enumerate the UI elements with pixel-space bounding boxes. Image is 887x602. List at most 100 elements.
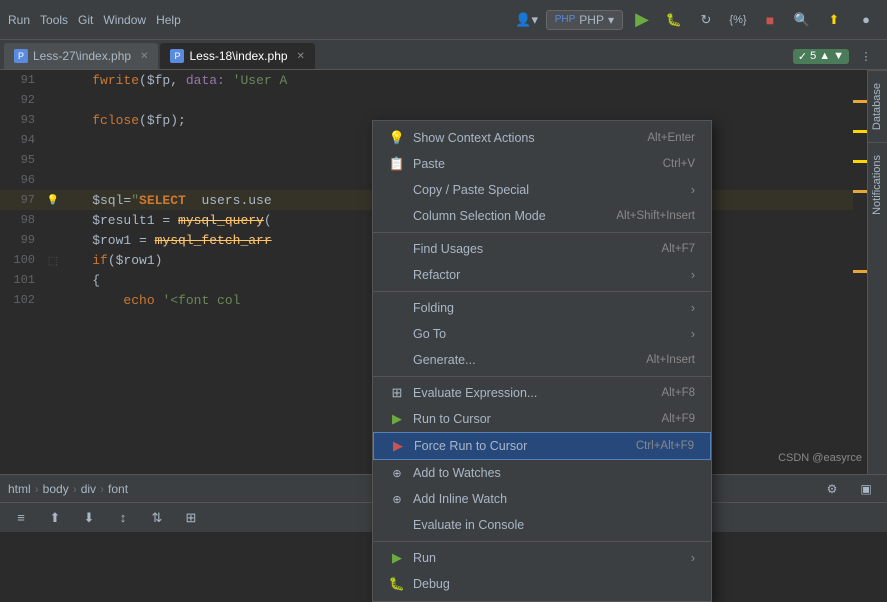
check-icon: ✓ (798, 50, 807, 63)
cm-refactor-arrow: › (691, 268, 695, 282)
search-button[interactable]: 🔍 (789, 7, 815, 33)
cm-sep-2 (373, 291, 711, 292)
cm-generate-shortcut: Alt+Insert (646, 354, 695, 366)
cm-show-context-shortcut: Alt+Enter (647, 132, 695, 144)
cm-force-run[interactable]: ▶ Force Run to Cursor Ctrl+Alt+F9 (373, 432, 711, 460)
menu-help[interactable]: Help (156, 13, 181, 27)
add-inline-icon: ⊕ (389, 491, 405, 507)
toolbar: Run Tools Git Window Help 👤▾ PHP PHP ▾ ▶… (0, 0, 887, 40)
tab-more-icon[interactable]: ⋮ (853, 43, 879, 69)
cm-sep-4 (373, 541, 711, 542)
folding-icon (389, 300, 405, 316)
bottom-menu-icon[interactable]: ≡ (8, 505, 34, 531)
profile-button[interactable]: {%} (725, 7, 751, 33)
tab-less27[interactable]: P Less-27\index.php ✕ (4, 43, 158, 69)
tabs-bar: P Less-27\index.php ✕ P Less-18\index.ph… (0, 40, 887, 70)
cm-paste[interactable]: 📋 Paste Ctrl+V (373, 151, 711, 177)
toolbar-icons: 👤▾ PHP PHP ▾ ▶ 🐛 ↻ {%} ■ 🔍 ⬆ ● (514, 7, 879, 33)
context-menu: 💡 Show Context Actions Alt+Enter 📋 Paste… (372, 120, 712, 602)
cm-add-watches[interactable]: ⊕ Add to Watches (373, 460, 711, 486)
cm-copy-paste[interactable]: Copy / Paste Special › (373, 177, 711, 203)
tab-less18[interactable]: P Less-18\index.php ✕ (160, 43, 314, 69)
run-button[interactable]: ▶ (629, 7, 655, 33)
goto-icon (389, 326, 405, 342)
cm-find-usages-shortcut: Alt+F7 (661, 243, 695, 255)
debug-button[interactable]: 🐛 (661, 7, 687, 33)
database-panel[interactable]: Database (868, 70, 887, 142)
cm-find-usages-label: Find Usages (413, 242, 483, 256)
paste-icon: 📋 (389, 156, 405, 172)
bottom-updown-icon[interactable]: ↕ (110, 505, 136, 531)
find-usages-icon (389, 241, 405, 257)
cm-debug[interactable]: 🐛 Debug (373, 571, 711, 597)
bc-html: html (8, 482, 31, 496)
cm-generate[interactable]: Generate... Alt+Insert (373, 347, 711, 373)
tab-icon-1: P (14, 49, 28, 63)
cm-run-icon: ▶ (389, 550, 405, 566)
bc-div: div (81, 482, 96, 496)
php-dropdown-arrow[interactable]: ▾ (608, 13, 614, 27)
cm-sep-3 (373, 376, 711, 377)
cm-goto[interactable]: Go To › (373, 321, 711, 347)
refactor-icon (389, 267, 405, 283)
cm-add-inline-label: Add Inline Watch (413, 492, 507, 506)
tab-close-2[interactable]: ✕ (297, 51, 305, 62)
cm-col-sel[interactable]: Column Selection Mode Alt+Shift+Insert (373, 203, 711, 229)
rerun-button[interactable]: ↻ (693, 7, 719, 33)
menu-git[interactable]: Git (78, 13, 93, 27)
menu-bar: Run Tools Git Window Help (8, 13, 181, 27)
menu-window[interactable]: Window (103, 13, 146, 27)
cm-add-inline[interactable]: ⊕ Add Inline Watch (373, 486, 711, 512)
nav-down-icon[interactable]: ▼ (833, 50, 844, 62)
copy-paste-icon (389, 182, 405, 198)
cm-run-cursor-shortcut: Alt+F9 (661, 413, 695, 425)
tab-icon-2: P (170, 49, 184, 63)
nav-up-icon[interactable]: ▲ (819, 50, 830, 62)
cm-eval-expr[interactable]: ⊞ Evaluate Expression... Alt+F8 (373, 380, 711, 406)
cm-debug-label: Debug (413, 577, 450, 591)
stop-button[interactable]: ■ (757, 7, 783, 33)
cm-run-arrow: › (691, 551, 695, 565)
cm-goto-label: Go To (413, 327, 446, 341)
bottom-up-icon[interactable]: ⬆ (42, 505, 68, 531)
cm-folding-arrow: › (691, 301, 695, 315)
eval-expr-icon: ⊞ (389, 385, 405, 401)
menu-tools[interactable]: Tools (40, 13, 68, 27)
cm-folding-label: Folding (413, 301, 454, 315)
cm-refactor-label: Refactor (413, 268, 460, 282)
breadcrumb: html › body › div › font (8, 482, 128, 496)
cm-folding[interactable]: Folding › (373, 295, 711, 321)
bc-font: font (108, 482, 128, 496)
notifications-panel[interactable]: Notifications (868, 142, 887, 227)
cm-eval-console[interactable]: Evaluate in Console (373, 512, 711, 538)
bottom-swap-icon[interactable]: ⇅ (144, 505, 170, 531)
cm-refactor[interactable]: Refactor › (373, 262, 711, 288)
cm-goto-arrow: › (691, 327, 695, 341)
tab-close-1[interactable]: ✕ (140, 51, 148, 62)
settings-icon[interactable]: ⚙ (819, 476, 845, 502)
watermark: CSDN @easyrce (778, 452, 862, 464)
update-button[interactable]: ⬆ (821, 7, 847, 33)
bottom-grid-icon[interactable]: ⊞ (178, 505, 204, 531)
cm-find-usages[interactable]: Find Usages Alt+F7 (373, 236, 711, 262)
tab-label-1: Less-27\index.php (33, 49, 131, 63)
add-watches-icon: ⊕ (389, 465, 405, 481)
line-count-badge: 5 (810, 50, 816, 62)
bottom-down-icon[interactable]: ⬇ (76, 505, 102, 531)
cm-force-run-label: Force Run to Cursor (414, 439, 527, 453)
col-sel-icon (389, 208, 405, 224)
cm-copy-paste-label: Copy / Paste Special (413, 183, 529, 197)
tab-label-2: Less-18\index.php (189, 49, 287, 63)
cm-run-cursor[interactable]: ▶ Run to Cursor Alt+F9 (373, 406, 711, 432)
cm-show-context[interactable]: 💡 Show Context Actions Alt+Enter (373, 125, 711, 151)
user-icon[interactable]: 👤▾ (514, 7, 540, 33)
cm-copy-paste-arrow: › (691, 183, 695, 197)
lightbulb-icon: 💡 (389, 130, 405, 146)
cm-eval-expr-shortcut: Alt+F8 (661, 387, 695, 399)
php-label: PHP (579, 13, 604, 27)
cm-run[interactable]: ▶ Run › (373, 545, 711, 571)
more-button[interactable]: ● (853, 7, 879, 33)
php-selector[interactable]: PHP PHP ▾ (546, 10, 623, 30)
panel-icon[interactable]: ▣ (853, 476, 879, 502)
menu-run[interactable]: Run (8, 13, 30, 27)
